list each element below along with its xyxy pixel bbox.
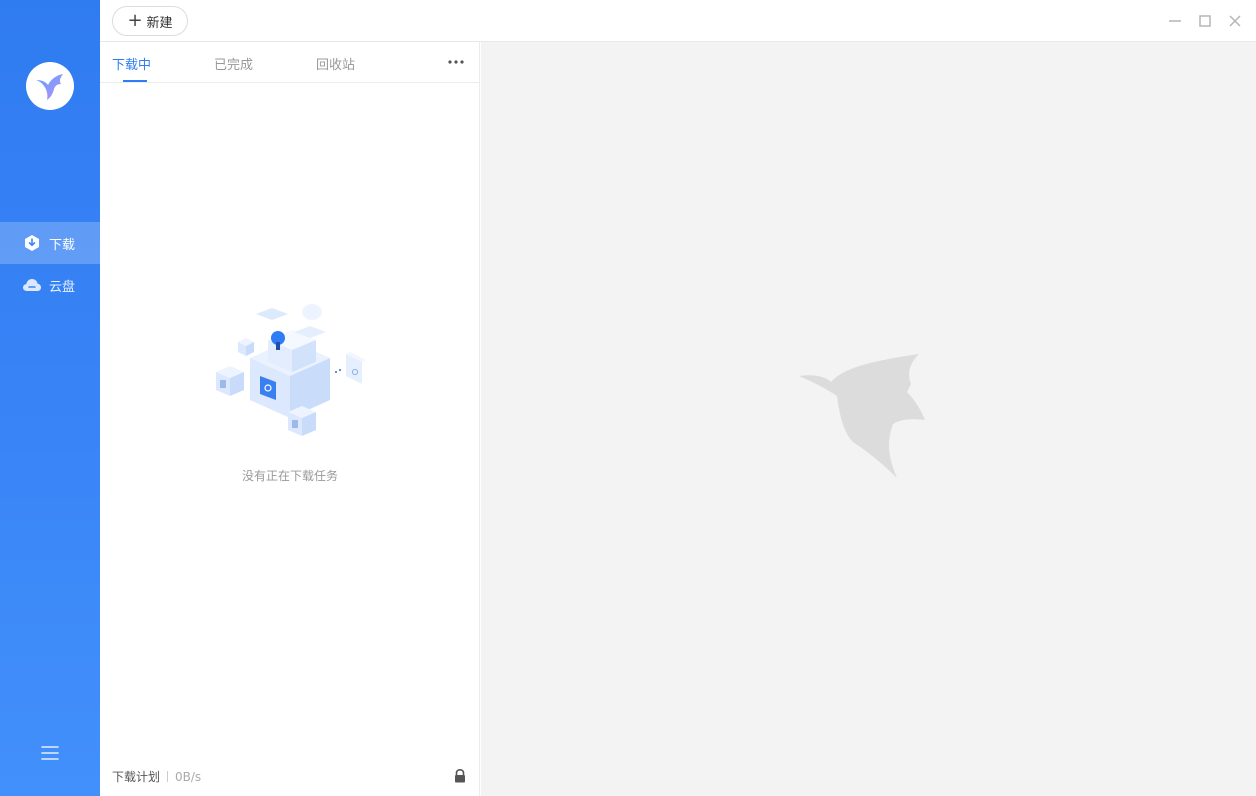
download-panel: 下载中 已完成 回收站 没有正在下载任务 下载计划 0B/s	[100, 42, 480, 796]
lock-icon[interactable]	[452, 768, 468, 784]
tab-bar: 下载中 已完成 回收站	[100, 42, 480, 83]
empty-state-illustration	[212, 300, 368, 448]
footer-divider	[167, 771, 169, 782]
active-tab-indicator	[123, 80, 147, 82]
new-task-label: 新建	[146, 15, 173, 31]
hummingbird-watermark-icon	[799, 354, 929, 479]
plus-icon: +	[127, 10, 143, 31]
top-toolbar: + 新建	[100, 0, 1256, 42]
tab-recycle-bin[interactable]: 回收站	[316, 54, 355, 73]
sidebar-item-download[interactable]: 下载	[0, 222, 100, 264]
maximize-icon[interactable]	[1195, 11, 1215, 31]
download-speed: 0B/s	[175, 769, 202, 784]
hummingbird-logo-icon	[36, 74, 63, 100]
download-icon	[22, 233, 42, 253]
sidebar-item-label: 下载	[49, 237, 76, 253]
hamburger-menu-icon[interactable]	[40, 744, 60, 762]
download-footer: 下载计划 0B/s	[112, 768, 201, 785]
new-task-button[interactable]: + 新建	[112, 6, 188, 36]
download-plan-link[interactable]: 下载计划	[112, 768, 160, 785]
detail-area	[481, 42, 1256, 796]
cloud-icon	[22, 275, 42, 295]
sidebar-item-label: 云盘	[49, 279, 76, 295]
tab-completed[interactable]: 已完成	[214, 54, 253, 73]
close-icon[interactable]	[1225, 11, 1245, 31]
sidebar: 下载 云盘	[0, 0, 100, 796]
sidebar-item-cloud[interactable]: 云盘	[0, 264, 100, 306]
more-options-icon[interactable]	[446, 52, 466, 72]
tab-downloading[interactable]: 下载中	[112, 54, 151, 73]
empty-state-message: 没有正在下载任务	[241, 469, 338, 483]
minimize-icon[interactable]	[1165, 11, 1185, 31]
app-logo	[26, 62, 74, 110]
